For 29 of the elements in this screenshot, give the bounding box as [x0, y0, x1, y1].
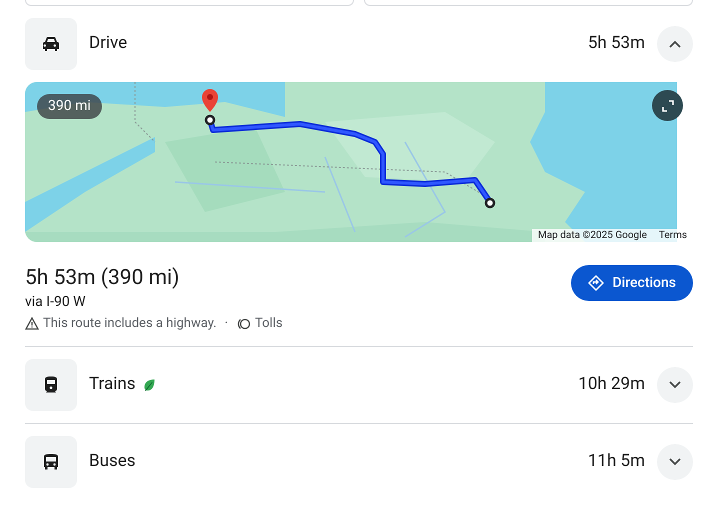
toll-icon	[236, 318, 252, 330]
mode-label: Drive	[89, 32, 128, 56]
route-summary: 5h 53m (390 mi)	[25, 265, 180, 292]
tolls-text: Tolls	[255, 315, 283, 333]
terms-link[interactable]: Terms	[658, 229, 687, 242]
expand-button[interactable]	[657, 444, 693, 480]
leaf-icon	[142, 378, 156, 392]
warning-text: This route includes a highway.	[43, 315, 217, 333]
mode-label: Buses	[89, 450, 136, 473]
collapse-button[interactable]	[657, 26, 693, 62]
train-icon	[44, 376, 58, 394]
route-via: via I-90 W	[25, 293, 87, 312]
expand-icon	[662, 100, 674, 112]
directions-icon	[588, 275, 604, 291]
bus-icon	[43, 452, 59, 470]
car-icon	[42, 36, 60, 52]
duration-text: 5h 53m	[588, 32, 645, 56]
map-attribution: Map data ©2025 Google	[538, 229, 647, 242]
expand-button[interactable]	[657, 366, 693, 402]
duration-text: 10h 29m	[578, 372, 645, 396]
chevron-up-icon	[669, 40, 681, 48]
chevron-down-icon	[669, 380, 681, 388]
chevron-down-icon	[669, 458, 681, 466]
distance-badge: 390 mi	[37, 94, 102, 119]
directions-button[interactable]: Directions	[571, 265, 693, 301]
mode-label: Trains	[89, 372, 136, 396]
separator-dot: ·	[224, 315, 228, 333]
warning-icon	[25, 317, 39, 330]
duration-text: 11h 5m	[588, 450, 645, 473]
